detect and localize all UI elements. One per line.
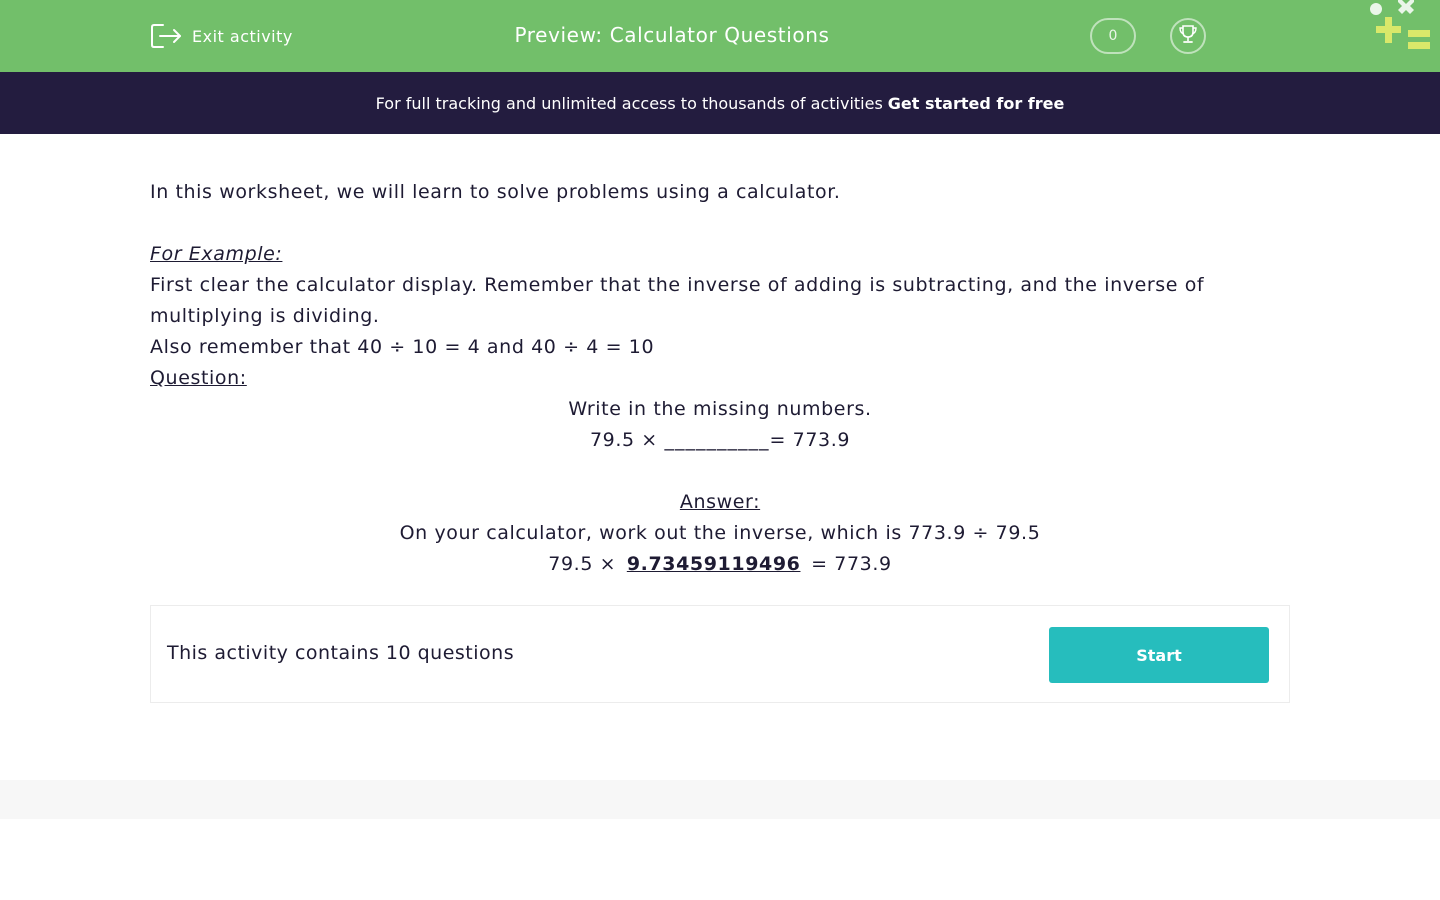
get-started-link[interactable]: Get started for free xyxy=(888,94,1065,113)
example-line-1: First clear the calculator display. Reme… xyxy=(150,274,1205,327)
answer-equation: 79.5 × 9.73459119496 = 773.9 xyxy=(150,549,1290,580)
start-button[interactable]: Start xyxy=(1049,627,1269,683)
score-badge: 0 xyxy=(1090,18,1136,54)
footer-strip xyxy=(0,780,1440,819)
worksheet-description: In this worksheet, we will learn to solv… xyxy=(150,177,1290,580)
question-left: 79.5 × xyxy=(589,429,658,451)
trophy-button[interactable] xyxy=(1170,18,1206,54)
question-heading: Question: xyxy=(150,367,247,389)
top-bar: Exit activity Preview: Calculator Questi… xyxy=(0,0,1440,72)
activity-question-count: This activity contains 10 questions xyxy=(167,642,515,664)
question-blank: __________ xyxy=(664,429,770,451)
example-line-2: Also remember that 40 ÷ 10 = 4 and 40 ÷ … xyxy=(150,336,655,358)
example-heading: For Example: xyxy=(150,243,283,265)
question-right: = 773.9 xyxy=(769,429,851,451)
answer-right: = 773.9 xyxy=(811,553,892,575)
answer-heading: Answer: xyxy=(679,491,761,513)
intro-text: In this worksheet, we will learn to solv… xyxy=(150,181,841,203)
answer-text: On your calculator, work out the inverse… xyxy=(399,522,1041,544)
activity-card: This activity contains 10 questions Star… xyxy=(150,605,1290,703)
promo-banner: For full tracking and unlimited access t… xyxy=(0,72,1440,134)
question-text: Write in the missing numbers. xyxy=(568,398,872,420)
page-title: Preview: Calculator Questions xyxy=(514,23,830,47)
answer-value: 9.73459119496 xyxy=(626,553,801,575)
answer-left: 79.5 × xyxy=(548,553,617,575)
trophy-icon xyxy=(1177,23,1199,49)
banner-text: For full tracking and unlimited access t… xyxy=(375,93,883,113)
question-equation: 79.5 × __________= 773.9 xyxy=(150,425,1290,456)
brand-logo xyxy=(1366,0,1434,56)
